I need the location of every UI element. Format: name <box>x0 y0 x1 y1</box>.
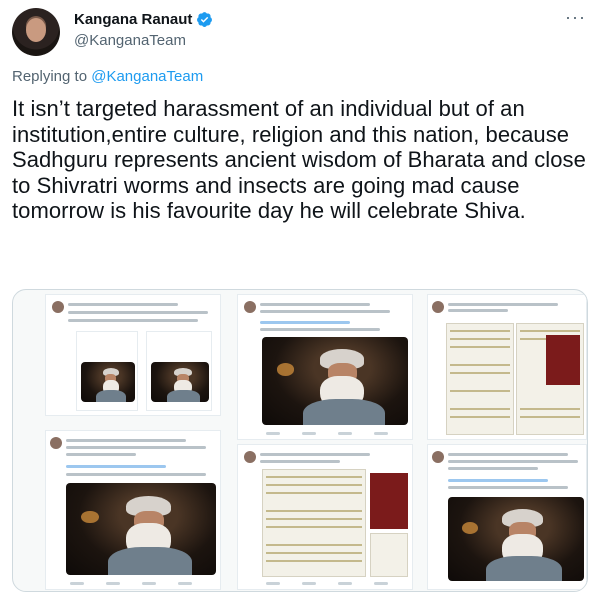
replying-to: Replying to @KanganaTeam <box>12 68 203 85</box>
author-name[interactable]: Kangana Ranaut <box>74 11 192 28</box>
embedded-tweet-screenshot <box>237 294 413 440</box>
verified-badge-icon <box>197 12 213 27</box>
replying-handle-link[interactable]: @KanganaTeam <box>91 68 203 85</box>
embedded-tweet-screenshot <box>45 294 221 416</box>
tweet-header: Kangana Ranaut @KanganaTeam ··· <box>12 8 588 56</box>
tweet-media-image[interactable] <box>12 289 588 592</box>
author-avatar[interactable] <box>12 8 60 56</box>
replying-prefix: Replying to <box>12 68 88 85</box>
tweet-text: It isn’t targeted harassment of an indiv… <box>12 96 586 223</box>
more-horizontal-icon[interactable]: ··· <box>565 8 586 26</box>
embedded-tweet-screenshot <box>45 430 221 590</box>
embedded-tweet-screenshot <box>237 444 413 590</box>
embedded-tweet-screenshot <box>427 444 587 590</box>
author-handle[interactable]: @KanganaTeam <box>74 32 186 49</box>
embedded-tweet-screenshot <box>427 294 587 440</box>
author-name-row: Kangana Ranaut <box>74 11 213 28</box>
